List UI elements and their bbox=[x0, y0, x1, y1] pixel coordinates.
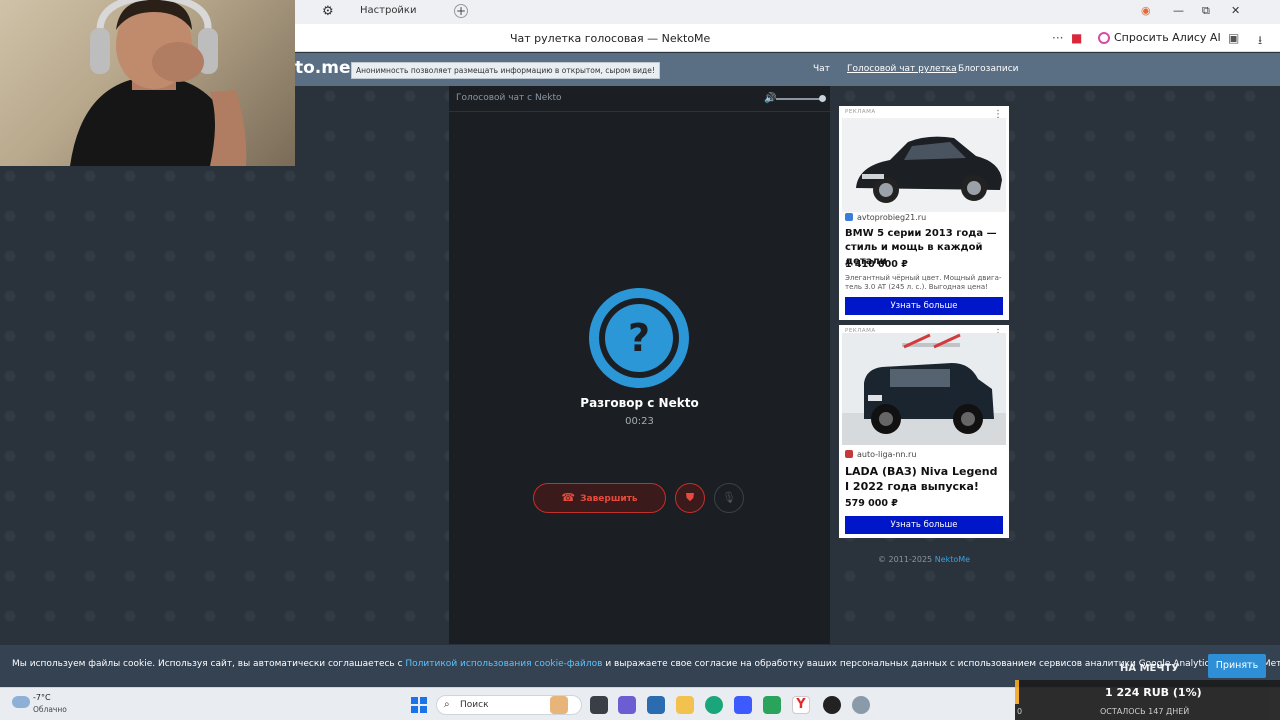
site-logo[interactable]: to.me bbox=[295, 58, 351, 78]
copyright-link[interactable]: NektoMe bbox=[935, 555, 970, 564]
start-button[interactable] bbox=[411, 697, 427, 713]
ad-card-niva[interactable]: РЕКЛАМА ⋮ auto-liga-nn.ru LADA (ВАЗ) Niv… bbox=[839, 325, 1009, 538]
ask-alice-label: Спросить Алису AI bbox=[1114, 31, 1221, 44]
ad-domain[interactable]: auto-liga-nn.ru bbox=[845, 450, 916, 459]
weather-temp[interactable]: -7°C bbox=[33, 693, 51, 702]
ad-description: Элегантный чёрный цвет. Мощный двига-тел… bbox=[845, 274, 1002, 291]
site-favicon-icon bbox=[845, 450, 853, 458]
more-icon[interactable]: ··· bbox=[1052, 31, 1063, 45]
chat-header: Голосовой чат с Nekto 🔊 bbox=[449, 86, 830, 112]
reader-icon[interactable]: ▣ bbox=[1228, 31, 1239, 45]
cloud-icon[interactable] bbox=[12, 696, 30, 708]
yandex-badge-icon[interactable]: ◉ bbox=[1141, 4, 1151, 17]
task-view-icon[interactable] bbox=[590, 696, 608, 714]
ad-domain[interactable]: avtoprobieg21.ru bbox=[845, 213, 926, 222]
question-mark-icon: ? bbox=[605, 304, 673, 372]
anonymity-note: Анонимность позволяет размещать информац… bbox=[351, 62, 660, 79]
learn-more-button[interactable]: Узнать больше bbox=[845, 297, 1003, 315]
minimize-button[interactable]: — bbox=[1173, 4, 1184, 17]
donation-title: НА МЕЧТУ bbox=[1120, 663, 1179, 674]
download-icon[interactable]: ⭳ bbox=[1258, 31, 1262, 52]
ad-label: РЕКЛАМА bbox=[845, 109, 876, 115]
person-image bbox=[70, 0, 247, 166]
settings-gear-icon[interactable]: ⚙ bbox=[322, 5, 336, 19]
store-icon[interactable] bbox=[647, 696, 665, 714]
copyright: © 2011-2025 NektoMe bbox=[878, 555, 971, 564]
voice-chat-panel: Голосовой чат с Nekto 🔊 ? Разговор с Nek… bbox=[449, 86, 830, 644]
site-favicon-icon bbox=[845, 213, 853, 221]
taskbar-search-placeholder: Поиск bbox=[460, 700, 489, 710]
chat-header-title: Голосовой чат с Nekto bbox=[456, 93, 562, 103]
ad-image-niva[interactable] bbox=[842, 333, 1006, 445]
ad-price: 579 000 ₽ bbox=[845, 498, 898, 509]
sheets-icon[interactable] bbox=[763, 696, 781, 714]
donation-amount: 1 224 RUB (1%) bbox=[1105, 686, 1202, 699]
donation-start: 0 bbox=[1017, 707, 1023, 716]
obs-icon[interactable] bbox=[823, 696, 841, 714]
explorer-icon[interactable] bbox=[676, 696, 694, 714]
donation-goal-widget: НА МЕЧТУ 1 224 RUB (1%) 0 ОСТАЛОСЬ 147 Д… bbox=[1015, 663, 1280, 720]
ad-price: 1 410 000 ₽ bbox=[845, 259, 908, 270]
ask-alice-button[interactable]: Спросить Алису AI bbox=[1094, 28, 1229, 48]
donation-progress bbox=[1015, 680, 1019, 704]
close-window-button[interactable]: ✕ bbox=[1231, 4, 1240, 17]
teams-icon[interactable] bbox=[618, 696, 636, 714]
weather-condition[interactable]: Облачно bbox=[33, 705, 67, 714]
report-shield-button[interactable]: ⛊ bbox=[675, 483, 705, 513]
donation-remaining: ОСТАЛОСЬ 147 ДНЕЙ bbox=[1100, 707, 1190, 716]
volume-slider-knob[interactable] bbox=[819, 95, 826, 102]
tab-settings[interactable]: Настройки bbox=[360, 5, 416, 16]
page-title[interactable]: Чат рулетка голосовая — NektoMe bbox=[510, 32, 710, 45]
end-call-button[interactable]: ☎ Завершить bbox=[533, 483, 666, 513]
nav-blog[interactable]: Блогозаписи bbox=[958, 64, 1019, 74]
ad-title[interactable]: LADA (ВАЗ) Niva Legend I 2022 года выпус… bbox=[845, 464, 1005, 494]
ad-image-bmw[interactable] bbox=[842, 118, 1006, 212]
app-icon[interactable] bbox=[734, 696, 752, 714]
call-timer: 00:23 bbox=[625, 416, 654, 427]
webcam-overlay bbox=[0, 0, 295, 166]
hang-up-phone-icon: ☎ bbox=[561, 491, 576, 504]
partner-avatar: ? bbox=[589, 288, 689, 388]
cookie-policy-link[interactable]: Политикой использования cookie-файлов bbox=[405, 659, 602, 669]
cookie-text: Мы используем файлы cookie. Используя са… bbox=[12, 659, 1280, 669]
conversation-title: Разговор с Nekto bbox=[580, 396, 699, 410]
maximize-button[interactable]: ⧉ bbox=[1202, 4, 1210, 18]
microphone-icon: 🎙 bbox=[722, 491, 736, 504]
shield-icon: ⛊ bbox=[685, 491, 695, 504]
ad-card-bmw[interactable]: РЕКЛАМА ⋮ avtoprobieg21.ru BMW 5 серии 2… bbox=[839, 106, 1009, 320]
learn-more-button[interactable]: Узнать больше bbox=[845, 516, 1003, 534]
edge-icon[interactable] bbox=[705, 696, 723, 714]
volume-slider[interactable] bbox=[776, 98, 822, 100]
end-call-label: Завершить bbox=[580, 494, 638, 504]
bookmark-icon[interactable]: ■ bbox=[1071, 31, 1082, 45]
volume-icon[interactable]: 🔊 bbox=[764, 93, 776, 104]
yandex-browser-icon[interactable]: Y bbox=[792, 696, 810, 714]
search-icon: ⌕ bbox=[444, 699, 450, 710]
microphone-button[interactable]: 🎙 bbox=[714, 483, 744, 513]
alice-icon bbox=[1098, 32, 1110, 44]
accept-cookies-button[interactable]: Принять bbox=[1208, 654, 1266, 678]
nav-voice-roulette[interactable]: Голосовой чат рулетка bbox=[847, 64, 957, 74]
settings-icon[interactable] bbox=[852, 696, 870, 714]
widget-food-icon[interactable] bbox=[550, 696, 568, 714]
new-tab-button[interactable]: + bbox=[454, 4, 468, 18]
nav-chat[interactable]: Чат bbox=[813, 64, 830, 74]
